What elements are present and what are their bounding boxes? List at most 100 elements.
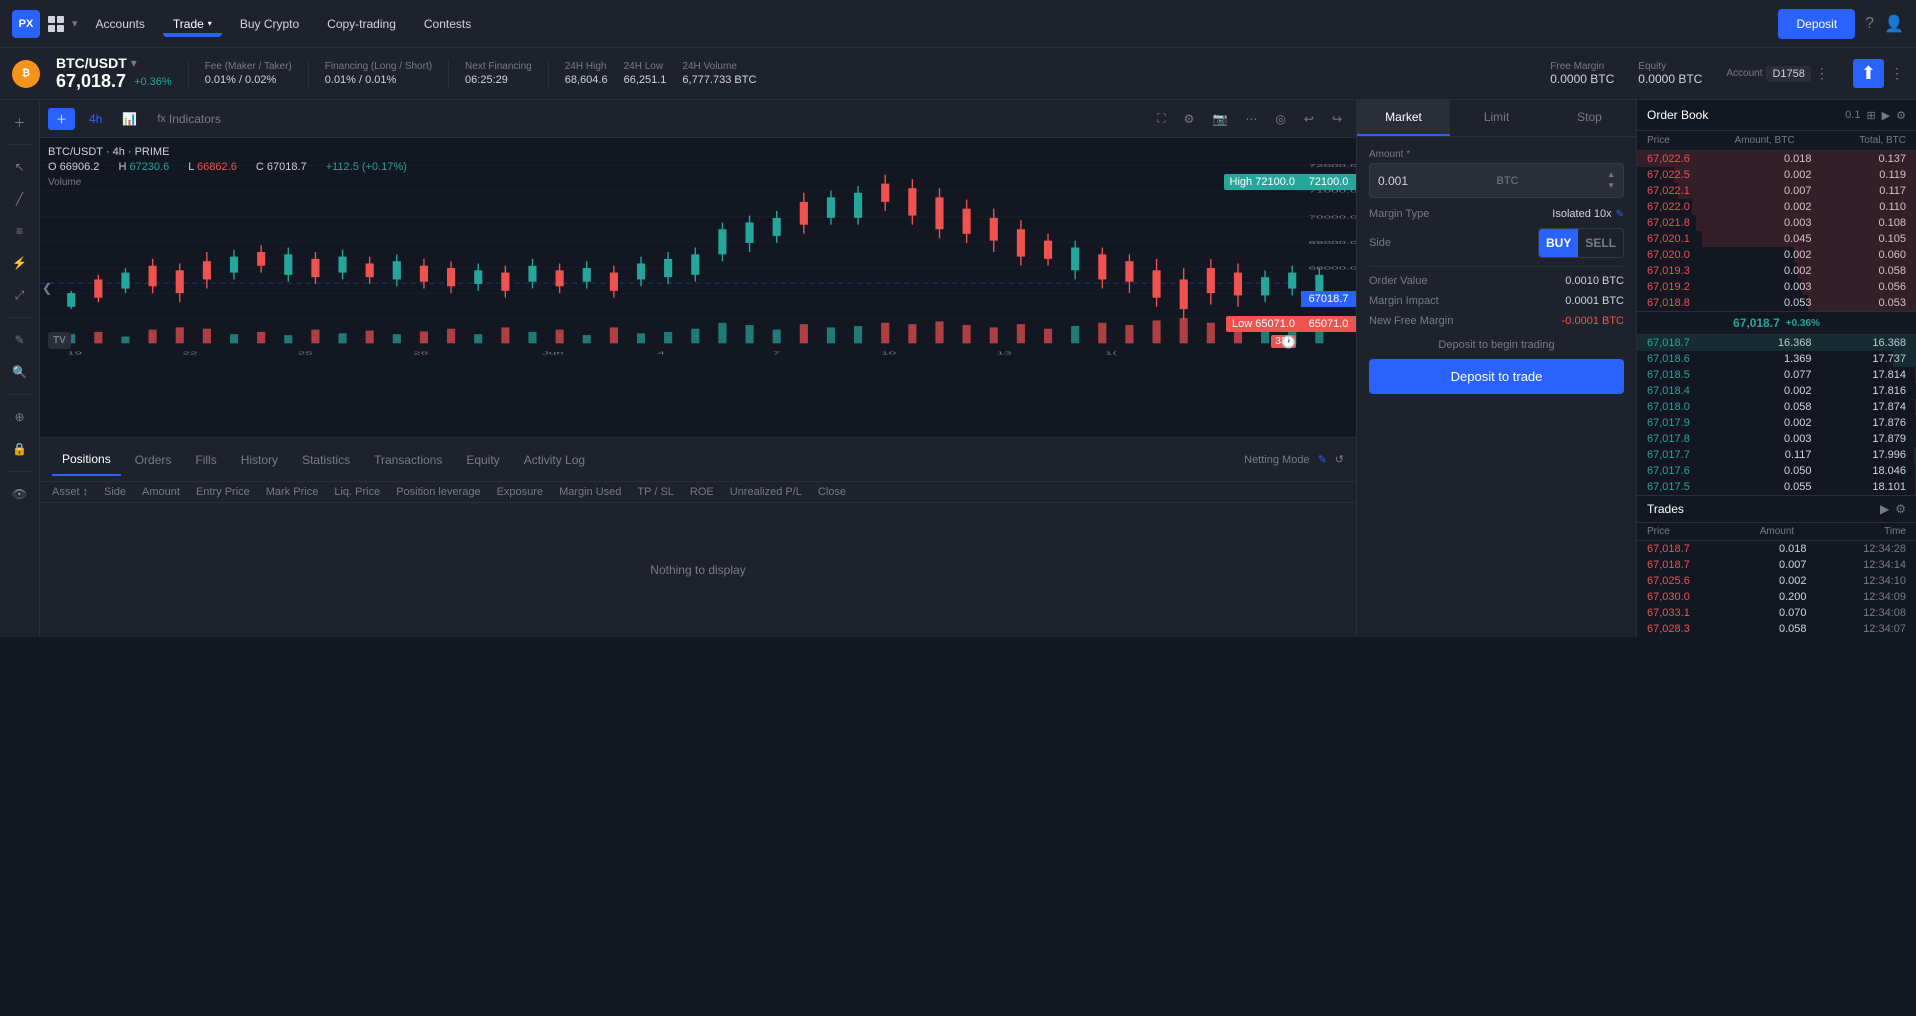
magnet-tool[interactable]: ⊕ — [6, 403, 34, 431]
pattern-tool[interactable]: ⚡ — [6, 249, 34, 277]
ask-row[interactable]: 67,020.0 0.002 0.060 — [1637, 247, 1916, 263]
time-icon[interactable]: 🕐 — [1281, 335, 1296, 349]
svg-text:4: 4 — [657, 351, 665, 356]
grid-icon[interactable] — [48, 16, 64, 32]
chart-and-bottom: ＋ 4h 📊 fx Indicators ⛶ ⚙ 📷 ⋯ ◎ ↩ ↪ BTC/U… — [40, 100, 1356, 637]
tab-market[interactable]: Market — [1357, 100, 1450, 136]
tab-fills[interactable]: Fills — [185, 445, 226, 475]
account-menu-icon[interactable]: ⋮ — [1815, 65, 1829, 82]
eye-tool[interactable]: 👁 — [6, 480, 34, 508]
margin-edit-icon[interactable]: ✎ — [1616, 209, 1624, 220]
trades-settings-icon[interactable]: ⚙ — [1895, 502, 1906, 516]
stepper-up[interactable]: ▲ — [1607, 170, 1615, 180]
more-btn[interactable]: ⋯ — [1239, 107, 1263, 130]
nav-contests[interactable]: Contests — [414, 11, 481, 37]
tab-history[interactable]: History — [231, 445, 288, 475]
grid-chevron[interactable]: ▾ — [72, 17, 78, 30]
ob-play-icon[interactable]: ▶ — [1882, 109, 1890, 122]
volume-stat: 24H Volume 6,777.733 BTC — [682, 61, 756, 86]
bid-row[interactable]: 67,017.8 0.003 17.879 — [1637, 431, 1916, 447]
amount-stepper[interactable]: ▲ ▼ — [1607, 170, 1615, 191]
chart-toolbar: ＋ 4h 📊 fx Indicators ⛶ ⚙ 📷 ⋯ ◎ ↩ ↪ — [40, 100, 1356, 138]
indicators-btn[interactable]: fx Indicators — [151, 108, 227, 130]
ask-row[interactable]: 67,021.8 0.003 0.108 — [1637, 215, 1916, 231]
low-price-value: 65071.0 — [1301, 316, 1356, 332]
sell-button[interactable]: SELL — [1578, 229, 1623, 257]
tab-limit[interactable]: Limit — [1450, 100, 1543, 136]
t-time-header: Time — [1884, 526, 1906, 537]
ask-row[interactable]: 67,022.1 0.007 0.117 — [1637, 183, 1916, 199]
measure-tool[interactable]: ⤢ — [6, 281, 34, 309]
ob-layout-icon[interactable]: ⊞ — [1866, 109, 1875, 122]
refresh-icon[interactable]: ↺ — [1335, 453, 1344, 466]
trades-header: Trades ▶ ⚙ — [1637, 496, 1916, 523]
deposit-button[interactable]: Deposit — [1778, 9, 1855, 39]
chart-type-btn[interactable]: 📊 — [116, 108, 143, 130]
cursor-tool[interactable]: ↖ — [6, 153, 34, 181]
nav-buy-crypto[interactable]: Buy Crypto — [230, 11, 309, 37]
add-chart-btn[interactable]: ＋ — [48, 108, 75, 130]
bid-row[interactable]: 67,018.5 0.077 17.814 — [1637, 367, 1916, 383]
bid-row[interactable]: 67,018.6 1.369 17.737 — [1637, 351, 1916, 367]
ask-row[interactable]: 67,022.5 0.002 0.119 — [1637, 167, 1916, 183]
ask-row[interactable]: 67,019.2 0.003 0.056 — [1637, 279, 1916, 295]
t-price-header: Price — [1647, 526, 1670, 537]
tab-positions[interactable]: Positions — [52, 444, 121, 476]
lines-tool[interactable]: ≡ — [6, 217, 34, 245]
nav-trade[interactable]: Trade ▾ — [163, 11, 222, 37]
tab-transactions[interactable]: Transactions — [364, 445, 452, 475]
screenshot-btn[interactable]: 📷 — [1206, 107, 1233, 130]
settings-btn[interactable]: ⚙ — [1178, 107, 1201, 130]
nav-accounts[interactable]: Accounts — [86, 11, 155, 37]
bottom-tabs: Positions Orders Fills History Statistic… — [40, 438, 1356, 482]
col-asset[interactable]: Asset ↕ — [52, 486, 88, 498]
tab-equity[interactable]: Equity — [456, 445, 509, 475]
fullscreen-btn[interactable]: ⛶ — [1151, 107, 1171, 130]
chart-canvas[interactable]: BTC/USDT · 4h · PRIME O 66906.2 H 67230.… — [40, 138, 1356, 437]
trade-row: 67,018.7 0.018 12:34:28 — [1637, 541, 1916, 557]
bid-row[interactable]: 67,017.5 0.055 18.101 — [1637, 479, 1916, 495]
deposit-trade-button[interactable]: Deposit to trade — [1369, 359, 1624, 394]
deposit-icon-btn[interactable]: ⬆ — [1853, 59, 1884, 88]
nav-copy-trading[interactable]: Copy-trading — [317, 11, 406, 37]
pencil-tool[interactable]: ✎ — [6, 326, 34, 354]
high-stat: 24H High 68,604.6 — [565, 61, 608, 86]
zoom-tool[interactable]: 🔍 — [6, 358, 34, 386]
symbol-name[interactable]: BTC/USDT — [56, 55, 127, 71]
tab-stop[interactable]: Stop — [1543, 100, 1636, 136]
tab-activity-log[interactable]: Activity Log — [514, 445, 595, 475]
ask-row[interactable]: 67,018.8 0.053 0.053 — [1637, 295, 1916, 311]
sync-btn[interactable]: ◎ — [1269, 107, 1291, 130]
ob-settings-icon[interactable]: ⚙ — [1896, 109, 1906, 122]
ob-size[interactable]: 0.1 — [1845, 109, 1860, 121]
undo-btn[interactable]: ↩ — [1298, 107, 1320, 130]
bid-row[interactable]: 67,018.7 16.368 16.368 — [1637, 335, 1916, 351]
ask-row[interactable]: 67,022.6 0.018 0.137 — [1637, 151, 1916, 167]
tab-statistics[interactable]: Statistics — [292, 445, 360, 475]
symbol-chevron[interactable]: ▾ — [131, 56, 137, 70]
stepper-down[interactable]: ▼ — [1607, 181, 1615, 191]
line-tool[interactable]: ╱ — [6, 185, 34, 213]
user-icon[interactable]: 👤 — [1884, 14, 1904, 34]
ask-row[interactable]: 67,019.3 0.002 0.058 — [1637, 263, 1916, 279]
netting-edit-icon[interactable]: ✎ — [1318, 453, 1327, 466]
lock-tool[interactable]: 🔒 — [6, 435, 34, 463]
bid-row[interactable]: 67,018.4 0.002 17.816 — [1637, 383, 1916, 399]
bid-row[interactable]: 67,017.7 0.117 17.996 — [1637, 447, 1916, 463]
help-icon[interactable]: ? — [1865, 15, 1874, 33]
add-tool-btn[interactable]: ＋ — [6, 108, 34, 136]
mid-price-pct: +0.36% — [1786, 318, 1820, 329]
buy-button[interactable]: BUY — [1539, 229, 1578, 257]
trades-play-icon[interactable]: ▶ — [1880, 502, 1889, 516]
bid-row[interactable]: 67,017.9 0.002 17.876 — [1637, 415, 1916, 431]
timeframe-4h[interactable]: 4h — [83, 108, 108, 130]
account-settings-icon[interactable]: ⋮ — [1890, 65, 1904, 82]
amount-input-container[interactable]: 0.001 BTC ▲ ▼ — [1369, 163, 1624, 198]
bid-row[interactable]: 67,018.0 0.058 17.874 — [1637, 399, 1916, 415]
ask-row[interactable]: 67,020.1 0.045 0.105 — [1637, 231, 1916, 247]
ask-row[interactable]: 67,022.0 0.002 0.110 — [1637, 199, 1916, 215]
scroll-left-btn[interactable]: ❮ — [42, 281, 52, 295]
tab-orders[interactable]: Orders — [125, 445, 182, 475]
redo-btn[interactable]: ↪ — [1326, 107, 1348, 130]
bid-row[interactable]: 67,017.6 0.050 18.046 — [1637, 463, 1916, 479]
